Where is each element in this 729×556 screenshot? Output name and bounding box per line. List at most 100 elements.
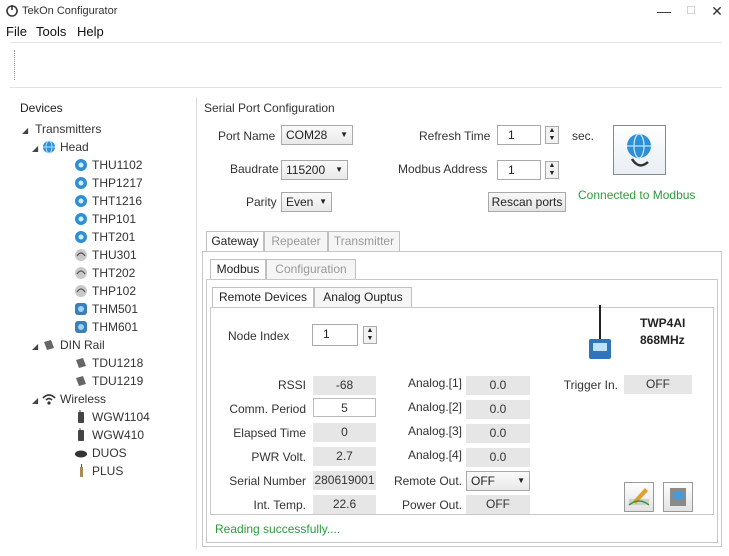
baudrate-label: Baudrate <box>230 162 279 176</box>
pwr-volt-label: PWR Volt. <box>251 450 306 464</box>
status-message: Reading successfully.... <box>215 522 341 536</box>
node-index-spin-button[interactable]: ▲ ▼ <box>363 326 377 344</box>
tree-node-head[interactable]: ◢ Head <box>22 138 150 156</box>
tree-item-thm501[interactable]: THM501 <box>22 300 150 318</box>
int-temp-label: Int. Temp. <box>253 498 306 512</box>
plus-device-icon <box>74 464 88 478</box>
gateway-icon <box>74 410 88 424</box>
comm-period-input[interactable]: 5 <box>313 398 376 417</box>
window-title: TekOn Configurator <box>22 5 118 17</box>
dropdown-arrow-icon: ▼ <box>319 197 327 206</box>
modbus-spin-button[interactable]: ▲ ▼ <box>545 161 559 179</box>
devices-title: Devices <box>20 101 63 115</box>
tree-node-din-rail[interactable]: ◢ DIN Rail <box>22 336 150 354</box>
head-globe-icon <box>42 140 56 154</box>
port-name-select[interactable]: COM28 ▼ <box>281 125 353 145</box>
rescan-ports-button[interactable]: Rescan ports <box>488 192 566 212</box>
pwr-volt-value: 2.7 <box>313 447 376 466</box>
tree-item-plus[interactable]: PLUS <box>22 462 150 480</box>
toolbar-grip[interactable] <box>14 50 16 80</box>
collapse-icon[interactable]: ◢ <box>32 392 42 410</box>
modbus-address-input[interactable]: 1 <box>497 160 541 180</box>
device-tree: ◢ Transmitters ◢ Head THU1102 THP1217 THT… <box>22 120 150 480</box>
tab-gateway[interactable]: Gateway <box>206 231 264 251</box>
device-name: TWP4AI <box>640 316 686 330</box>
parity-select[interactable]: Even ▼ <box>281 192 332 212</box>
pane-divider[interactable] <box>196 97 197 549</box>
analog-4-value: 0.0 <box>466 448 530 467</box>
analog-1-label: Analog.[1] <box>407 376 462 390</box>
rssi-label: RSSI <box>277 378 306 392</box>
close-button[interactable]: ✕ <box>706 2 728 20</box>
sensor-blue-icon <box>74 158 88 172</box>
tree-node-wireless[interactable]: ◢ Wireless <box>22 390 150 408</box>
collapse-icon[interactable]: ◢ <box>32 140 42 158</box>
tree-item-tht1216[interactable]: THT1216 <box>22 192 150 210</box>
tree-item-duos[interactable]: DUOS <box>22 444 150 462</box>
write-pencil-icon <box>628 488 650 506</box>
tree-item-thm601[interactable]: THM601 <box>22 318 150 336</box>
analog-3-label: Analog.[3] <box>407 424 462 438</box>
tree-item-thp101[interactable]: THP101 <box>22 210 150 228</box>
analog-2-label: Analog.[2] <box>407 400 462 414</box>
analog-1-value: 0.0 <box>466 376 530 395</box>
int-temp-value: 22.6 <box>313 495 376 514</box>
tree-item-thp102[interactable]: THP102 <box>22 282 150 300</box>
toolbar <box>10 42 722 88</box>
refresh-spin-button[interactable]: ▲ ▼ <box>545 126 559 144</box>
refresh-time-input[interactable]: 1 <box>497 125 541 145</box>
write-button[interactable] <box>624 482 654 512</box>
refresh-unit: sec. <box>572 129 595 143</box>
tree-item-tht202[interactable]: THT202 <box>22 264 150 282</box>
tree-item-tht201[interactable]: THT201 <box>22 228 150 246</box>
power-out-value: OFF <box>466 495 530 514</box>
tree-item-wgw1104[interactable]: WGW1104 <box>22 408 150 426</box>
tab-analog-outputs[interactable]: Analog Ouptus <box>314 287 412 307</box>
dropdown-arrow-icon: ▼ <box>517 476 525 485</box>
serial-number-value: 280619001 <box>313 471 376 490</box>
tab-configuration[interactable]: Configuration <box>266 259 356 279</box>
collapse-icon[interactable]: ◢ <box>32 338 42 356</box>
collapse-icon[interactable]: ◢ <box>22 122 32 140</box>
connection-button[interactable] <box>613 125 666 175</box>
tab-repeater[interactable]: Repeater <box>264 231 328 251</box>
baudrate-select[interactable]: 115200 ▼ <box>281 160 348 180</box>
maximize-button[interactable]: ☐ <box>680 2 702 20</box>
menu-help[interactable]: Help <box>77 24 104 39</box>
connection-globe-icon <box>627 133 651 167</box>
sensor-blue-icon <box>74 230 88 244</box>
tab-modbus[interactable]: Modbus <box>210 259 266 279</box>
read-button[interactable] <box>663 482 693 512</box>
menu-file[interactable]: File <box>6 24 27 39</box>
tree-item-thp1217[interactable]: THP1217 <box>22 174 150 192</box>
sensor-grey-icon <box>74 284 88 298</box>
serial-number-label: Serial Number <box>229 474 306 488</box>
node-index-label: Node Index <box>228 329 290 343</box>
din-module-icon <box>74 374 88 388</box>
dropdown-arrow-icon: ▼ <box>335 165 343 174</box>
din-rail-icon <box>42 338 56 352</box>
serial-config-title: Serial Port Configuration <box>204 101 335 115</box>
tree-item-thu1102[interactable]: THU1102 <box>22 156 150 174</box>
din-module-icon <box>74 356 88 370</box>
menu-tools[interactable]: Tools <box>36 24 66 39</box>
power-out-label: Power Out. <box>401 498 462 512</box>
device-frequency: 868MHz <box>640 333 685 347</box>
elapsed-time-label: Elapsed Time <box>233 426 306 440</box>
node-index-input[interactable]: 1 <box>312 324 358 346</box>
tree-item-tdu1219[interactable]: TDU1219 <box>22 372 150 390</box>
tree-item-tdu1218[interactable]: TDU1218 <box>22 354 150 372</box>
tree-item-wgw410[interactable]: WGW410 <box>22 426 150 444</box>
tab-transmitter[interactable]: Transmitter <box>328 231 400 251</box>
remote-out-select[interactable]: OFF ▼ <box>466 471 530 491</box>
minimize-button[interactable]: — <box>653 2 675 20</box>
modbus-address-label: Modbus Address <box>398 162 488 176</box>
tree-node-transmitters[interactable]: ◢ Transmitters <box>22 120 150 138</box>
sensor-blue-icon <box>74 194 88 208</box>
tree-item-thu301[interactable]: THU301 <box>22 246 150 264</box>
duos-icon <box>74 446 88 460</box>
tab-remote-devices[interactable]: Remote Devices <box>212 287 314 307</box>
trigger-in-value: OFF <box>624 375 692 394</box>
dropdown-arrow-icon: ▼ <box>340 130 348 139</box>
gateway-icon <box>74 428 88 442</box>
